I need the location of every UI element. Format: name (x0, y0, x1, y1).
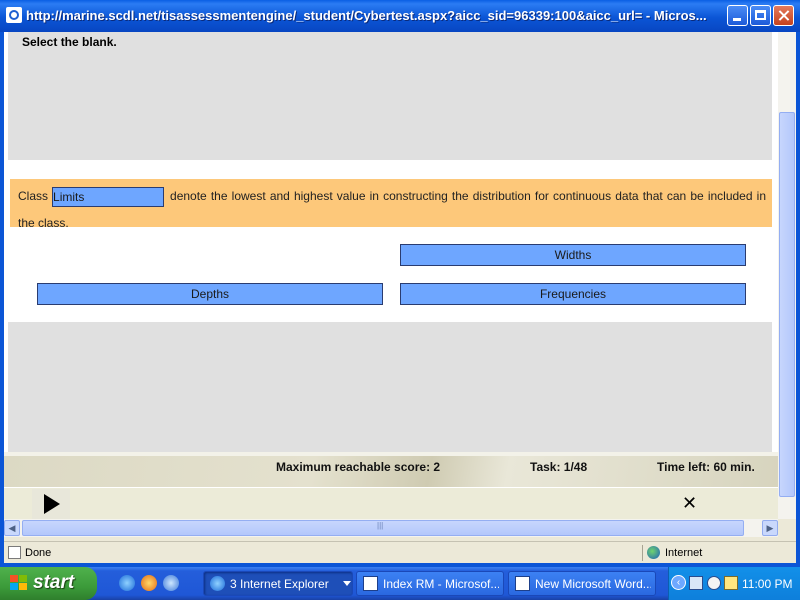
fill-in-sentence: Class Limits denote the lowest and highest… (10, 179, 772, 230)
window-frame-right (796, 32, 800, 567)
horizontal-scroll-thumb[interactable] (22, 520, 744, 536)
close-window-button[interactable] (773, 5, 794, 26)
network-icon[interactable] (689, 576, 703, 590)
time-left-label: Time left: 60 min. (657, 460, 755, 474)
vertical-scroll-thumb[interactable] (779, 112, 795, 497)
word-icon (363, 576, 378, 591)
clock[interactable]: 11:00 PM (742, 577, 792, 591)
vertical-scrollbar[interactable] (778, 32, 796, 519)
taskbar-button-label: Index RM - Microsof... (383, 577, 499, 591)
horizontal-scrollbar[interactable]: ◀ ▶ (4, 519, 778, 537)
quicklaunch-ie-icon[interactable] (119, 575, 135, 591)
option-depths[interactable]: Depths (37, 283, 383, 305)
status-divider (642, 545, 643, 561)
option-frequencies[interactable]: Frequencies (400, 283, 746, 305)
question-header-area: Select the blank. (8, 32, 772, 160)
quicklaunch-media-player-icon[interactable] (141, 575, 157, 591)
maximize-button[interactable] (750, 5, 771, 26)
taskbar-button-new-word[interactable]: New Microsoft Word... (508, 571, 656, 596)
ie-icon (210, 576, 225, 591)
window-title: http://marine.scdl.net/tisassessmentengi… (26, 8, 707, 23)
page-content: Select the blank. Class Limits denote the … (4, 32, 778, 519)
windows-logo-icon (10, 575, 28, 592)
scroll-left-arrow-icon[interactable]: ◀ (4, 520, 20, 536)
group-dropdown-icon (343, 581, 351, 586)
system-tray: ‹ 11:00 PM (668, 567, 800, 600)
next-play-icon[interactable] (32, 489, 70, 519)
question-footer-area (8, 322, 772, 452)
sentence-before: Class (18, 189, 49, 203)
display-icon[interactable] (724, 576, 738, 590)
assessment-controls: ✕ (4, 487, 778, 519)
taskbar-button-internet-explorer[interactable]: 3 Internet Explorer (203, 571, 353, 596)
show-hidden-icons-button[interactable]: ‹ (671, 575, 686, 590)
windows-taskbar: start 3 Internet Explorer Index RM - Mic… (0, 567, 800, 600)
taskbar-button-index-rm[interactable]: Index RM - Microsof... (356, 571, 504, 596)
ie-page-icon (6, 7, 22, 23)
word-icon (515, 576, 530, 591)
start-button[interactable]: start (0, 567, 97, 600)
taskbar-button-label: 3 Internet Explorer (230, 577, 329, 591)
taskbar-button-label: New Microsoft Word... (535, 577, 651, 591)
scrollbar-corner (778, 519, 796, 537)
option-widths[interactable]: Widths (400, 244, 746, 266)
window-title-bar[interactable]: http://marine.scdl.net/tisassessmentengi… (0, 0, 800, 32)
page-done-icon (8, 546, 21, 559)
scroll-right-arrow-icon[interactable]: ▶ (762, 520, 778, 536)
blank-drop-target[interactable]: Limits (52, 186, 165, 207)
question-prompt: Select the blank. (22, 35, 117, 49)
zone-text: Internet (665, 547, 703, 559)
status-text: Done (25, 547, 52, 559)
minimize-button[interactable] (727, 5, 748, 26)
sentence-text: Class Limits denote the lowest and highest… (18, 183, 766, 237)
task-counter: Task: 1/48 (530, 460, 588, 474)
max-score-label: Maximum reachable score: 2 (276, 460, 441, 474)
internet-zone-icon (647, 546, 660, 559)
status-bar: Done Internet (4, 541, 796, 564)
start-label: start (33, 572, 75, 593)
messenger-icon[interactable] (707, 576, 721, 590)
quicklaunch-browser-icon[interactable] (163, 575, 179, 591)
close-x-icon[interactable]: ✕ (682, 493, 697, 514)
